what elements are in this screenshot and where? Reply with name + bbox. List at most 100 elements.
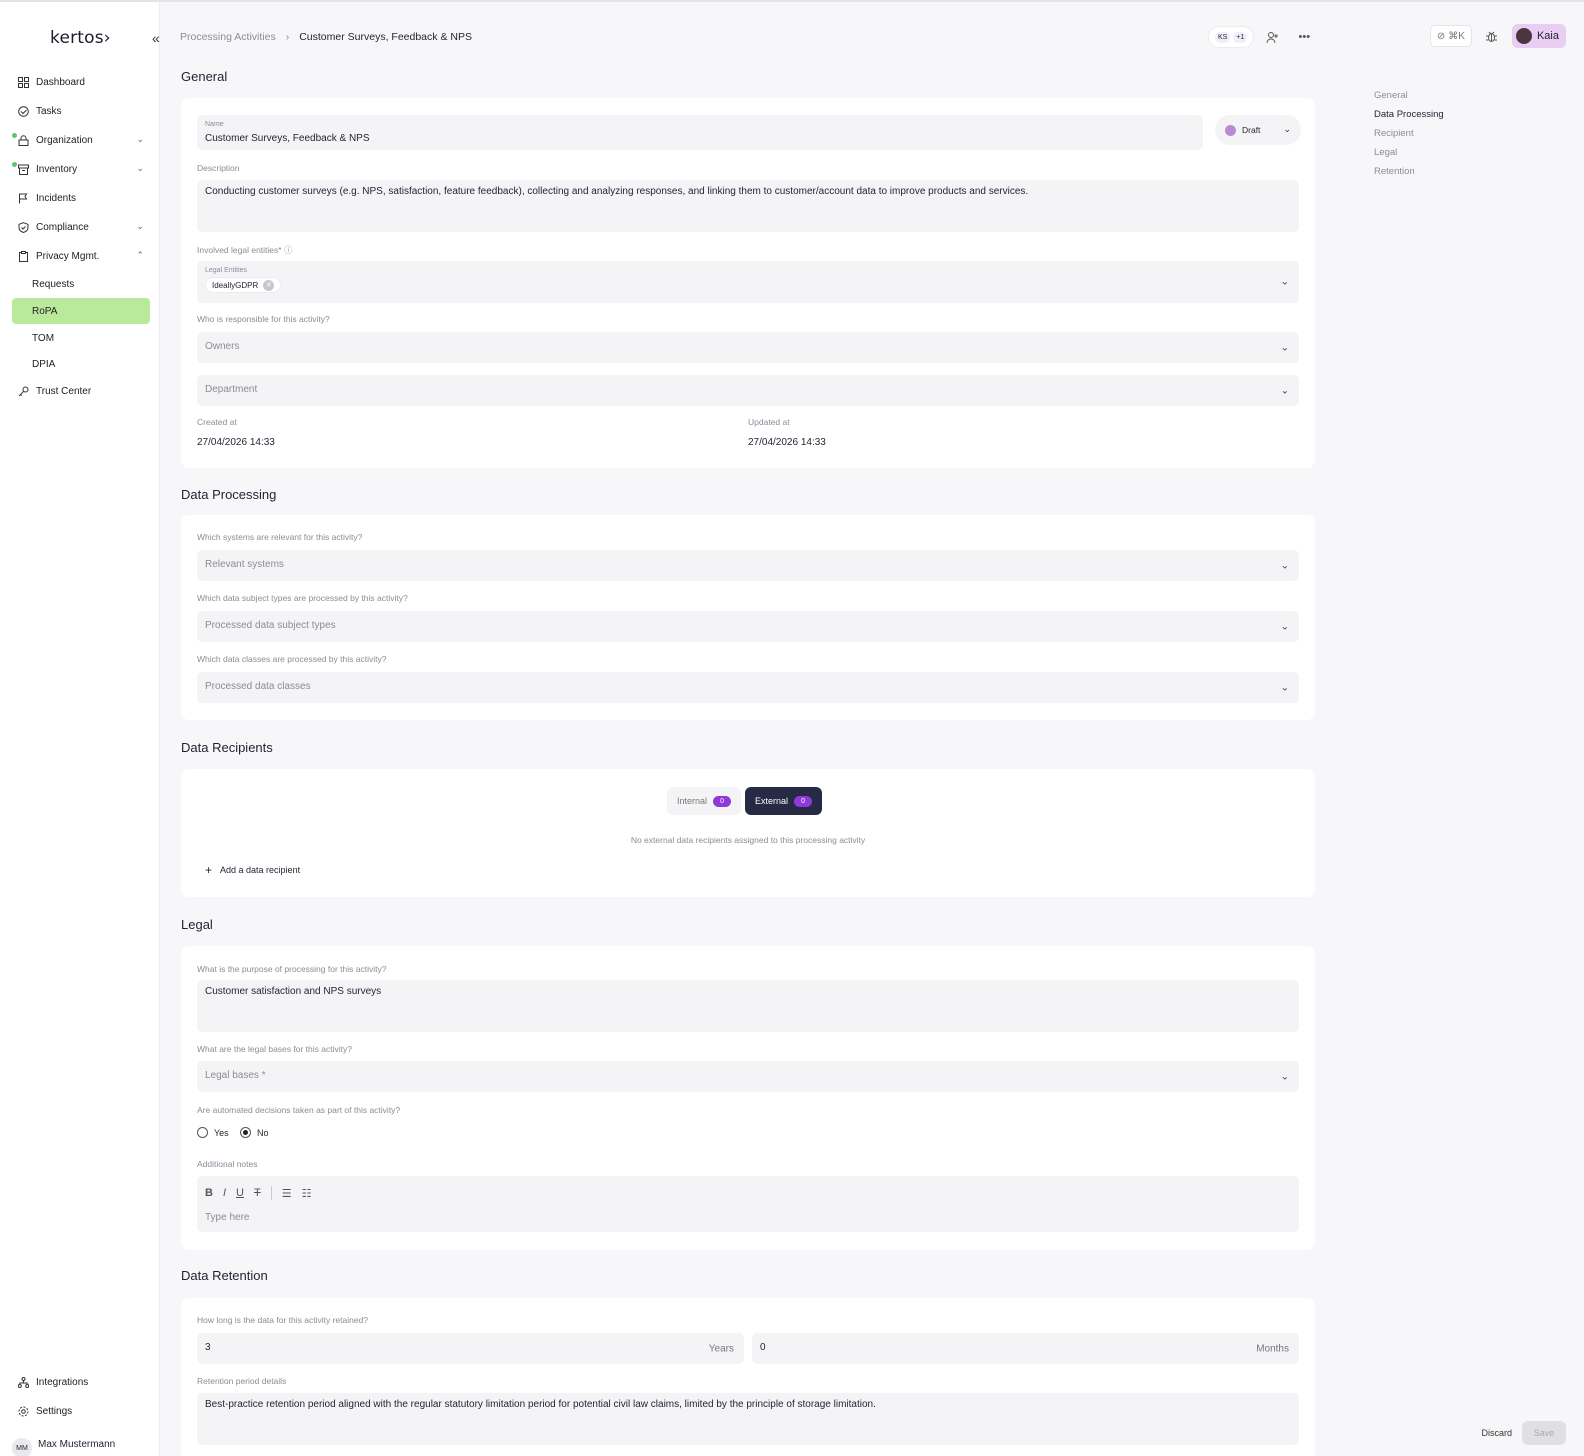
avatar bbox=[1515, 28, 1532, 44]
ordered-list-icon[interactable]: ☰ bbox=[282, 1187, 292, 1200]
sidebar-item-incidents[interactable]: Incidents bbox=[12, 184, 150, 213]
remove-tag-icon[interactable]: ✕ bbox=[263, 279, 275, 291]
bold-icon[interactable]: B bbox=[205, 1187, 213, 1199]
chevron-down-icon[interactable]: ⌄ bbox=[136, 134, 144, 145]
bug-icon[interactable] bbox=[1482, 26, 1502, 46]
info-icon[interactable]: ⓘ bbox=[284, 245, 293, 255]
description-field[interactable]: Conducting customer surveys (e.g. NPS, s… bbox=[197, 180, 1299, 232]
classes-placeholder: Processed data classes bbox=[205, 681, 311, 692]
name-field[interactable]: Name Customer Surveys, Feedback & NPS bbox=[197, 115, 1203, 150]
sidebar-item-settings[interactable]: Settings bbox=[12, 1397, 150, 1426]
underline-icon[interactable]: U bbox=[236, 1187, 244, 1199]
tab-external[interactable]: External 0 bbox=[745, 787, 823, 815]
classes-select[interactable]: Processed data classes ⌄ bbox=[197, 672, 1299, 703]
global-actions: ⊘ ⌘K Kaia bbox=[1429, 24, 1566, 48]
form-actions: Discard Save bbox=[1481, 1421, 1566, 1445]
command-palette-button[interactable]: ⊘ ⌘K bbox=[1429, 25, 1472, 47]
sidebar-bottom-nav: Integrations Settings bbox=[12, 1368, 150, 1426]
legal-entities-question: Involved legal entities* ⓘ bbox=[197, 244, 292, 256]
current-user[interactable]: MM Max Mustermann bbox=[12, 1430, 115, 1456]
retention-details-field[interactable]: Best-practice retention period aligned w… bbox=[197, 1393, 1299, 1445]
add-recipient-button[interactable]: + Add a data recipient bbox=[205, 863, 300, 877]
profile-button[interactable]: Kaia bbox=[1511, 24, 1566, 48]
systems-question: Which systems are relevant for this acti… bbox=[197, 532, 363, 542]
breadcrumb-current: Customer Surveys, Feedback & NPS bbox=[299, 31, 472, 43]
legal-bases-question: What are the legal bases for this activi… bbox=[197, 1044, 352, 1054]
avatar: MM bbox=[12, 1438, 32, 1456]
empty-recipients-text: No external data recipients assigned to … bbox=[630, 835, 866, 845]
notes-editor[interactable]: B I U T ☰ ☷ Type here bbox=[197, 1176, 1299, 1232]
purpose-field[interactable]: Customer satisfaction and NPS surveys bbox=[197, 980, 1299, 1032]
retention-years-input[interactable]: 3 Years bbox=[197, 1333, 744, 1364]
name-value: Customer Surveys, Feedback & NPS bbox=[205, 133, 370, 144]
chevron-down-icon: ⌄ bbox=[1280, 276, 1289, 288]
activity-actions: KS +1 ••• bbox=[1208, 26, 1314, 48]
description-value: Conducting customer surveys (e.g. NPS, s… bbox=[205, 186, 1029, 197]
sidebar-subitem-ropa[interactable]: RoPA bbox=[12, 298, 150, 324]
retention-months-input[interactable]: 0 Months bbox=[752, 1333, 1299, 1364]
toc-item-general[interactable]: General bbox=[1374, 86, 1444, 105]
sidebar-item-dashboard[interactable]: Dashboard bbox=[12, 68, 150, 97]
data-processing-card: Which systems are relevant for this acti… bbox=[181, 515, 1315, 720]
sidebar-item-tasks[interactable]: Tasks bbox=[12, 97, 150, 126]
automated-no-radio[interactable]: No bbox=[240, 1127, 269, 1138]
breadcrumb-parent[interactable]: Processing Activities bbox=[180, 31, 276, 43]
discard-button[interactable]: Discard bbox=[1481, 1428, 1512, 1438]
key-icon bbox=[17, 386, 29, 398]
sidebar-subitem-tom[interactable]: TOM bbox=[12, 325, 150, 351]
legal-entities-select[interactable]: Legal Entities IdeallyGDPR ✕ ⌄ bbox=[197, 261, 1299, 303]
collaborators-chip[interactable]: KS +1 bbox=[1208, 26, 1255, 48]
sidebar-item-label: Incidents bbox=[36, 193, 77, 204]
purpose-question: What is the purpose of processing for th… bbox=[197, 964, 387, 974]
automated-yes-radio[interactable]: Yes bbox=[197, 1127, 229, 1138]
sidebar-nav: Dashboard Tasks Organization ⌄ Inventory… bbox=[12, 68, 150, 406]
section-title-data-processing: Data Processing bbox=[181, 487, 277, 502]
tab-internal[interactable]: Internal 0 bbox=[667, 787, 742, 815]
chevron-down-icon[interactable]: ⌄ bbox=[136, 163, 144, 174]
add-user-icon[interactable] bbox=[1262, 27, 1282, 47]
sidebar-item-integrations[interactable]: Integrations bbox=[12, 1368, 150, 1397]
notes-label: Additional notes bbox=[197, 1159, 258, 1169]
grid-icon bbox=[17, 77, 29, 89]
sidebar-item-label: Organization bbox=[36, 135, 93, 146]
legal-bases-select[interactable]: Legal bases * ⌄ bbox=[197, 1061, 1299, 1092]
name-label: Name bbox=[205, 121, 224, 128]
systems-placeholder: Relevant systems bbox=[205, 559, 284, 570]
sidebar-item-privacy-mgmt[interactable]: Privacy Mgmt. ⌃ bbox=[12, 242, 150, 271]
department-select[interactable]: Department ⌄ bbox=[197, 375, 1299, 406]
chevron-down-icon: ⌄ bbox=[1280, 621, 1289, 632]
systems-select[interactable]: Relevant systems ⌄ bbox=[197, 550, 1299, 581]
italic-icon[interactable]: I bbox=[223, 1187, 226, 1199]
sidebar-subitem-dpia[interactable]: DPIA bbox=[12, 351, 150, 377]
owners-select[interactable]: Owners ⌄ bbox=[197, 332, 1299, 363]
retention-details-value: Best-practice retention period aligned w… bbox=[205, 1399, 876, 1410]
toc-item-data-processing[interactable]: Data Processing bbox=[1374, 105, 1444, 124]
sidebar-item-trust-center[interactable]: Trust Center bbox=[12, 377, 150, 406]
kertos-logo[interactable]: kertos› bbox=[50, 28, 111, 48]
sidebar-item-compliance[interactable]: Compliance ⌄ bbox=[12, 213, 150, 242]
sidebar-subitem-requests[interactable]: Requests bbox=[12, 271, 150, 297]
breadcrumb: Processing Activities › Customer Surveys… bbox=[180, 31, 472, 43]
sidebar-item-organization[interactable]: Organization ⌄ bbox=[12, 126, 150, 155]
radio-yes-label: Yes bbox=[214, 1127, 229, 1138]
sidebar-item-label: Trust Center bbox=[36, 386, 92, 397]
toc-item-retention[interactable]: Retention bbox=[1374, 162, 1444, 181]
status-dropdown[interactable]: Draft ⌄ bbox=[1215, 115, 1301, 145]
toc-item-legal[interactable]: Legal bbox=[1374, 143, 1444, 162]
bullet-list-icon[interactable]: ☷ bbox=[302, 1187, 312, 1200]
strikethrough-icon[interactable]: T bbox=[254, 1187, 261, 1199]
subjects-select[interactable]: Processed data subject types ⌄ bbox=[197, 611, 1299, 642]
purpose-value: Customer satisfaction and NPS surveys bbox=[205, 986, 382, 997]
sidebar-item-inventory[interactable]: Inventory ⌄ bbox=[12, 155, 150, 184]
sidebar-item-label: Compliance bbox=[36, 222, 89, 233]
chevron-down-icon[interactable]: ⌄ bbox=[136, 221, 144, 232]
more-options-icon[interactable]: ••• bbox=[1294, 27, 1314, 47]
collapse-sidebar-icon[interactable]: « bbox=[152, 30, 160, 46]
plus-icon: + bbox=[205, 863, 213, 877]
save-button[interactable]: Save bbox=[1522, 1421, 1566, 1445]
internal-count-badge: 0 bbox=[713, 795, 732, 807]
sidebar: kertos› « Dashboard Tasks Organization ⌄… bbox=[0, 2, 160, 1456]
toc-item-recipient[interactable]: Recipient bbox=[1374, 124, 1444, 143]
chevron-up-icon[interactable]: ⌃ bbox=[136, 250, 144, 261]
notification-dot bbox=[12, 133, 17, 138]
